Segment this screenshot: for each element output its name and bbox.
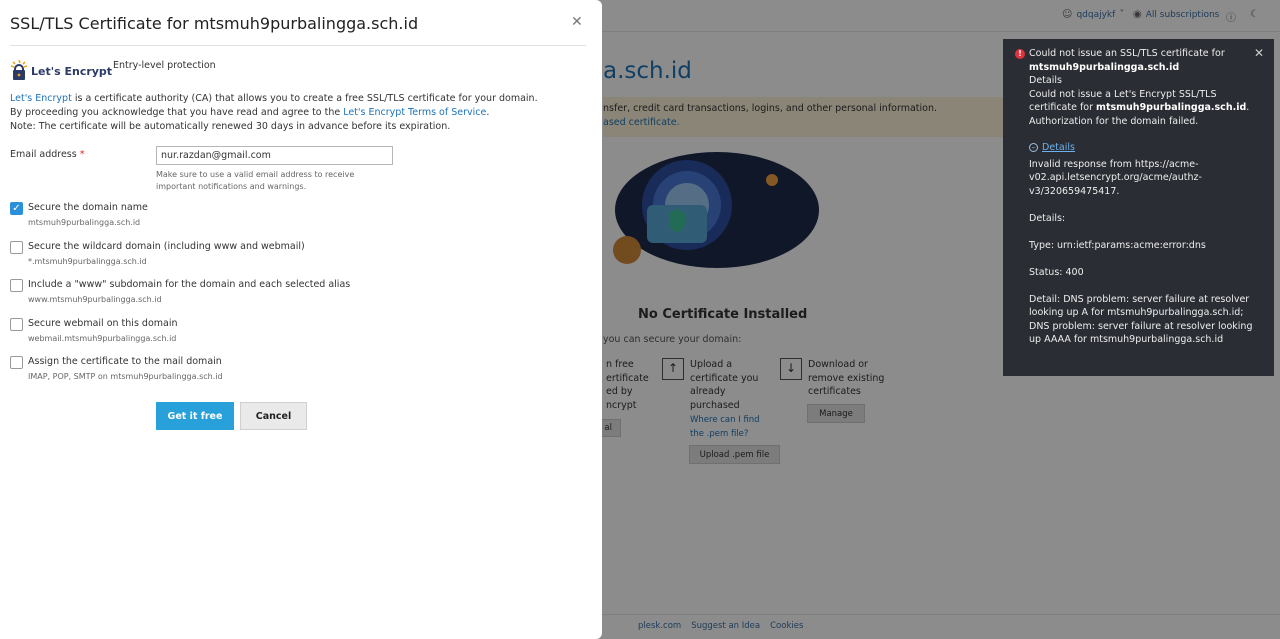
detail-line: Detail: DNS problem: server failure at r… bbox=[1029, 293, 1253, 346]
www-checkbox[interactable] bbox=[10, 279, 23, 292]
wildcard-sub: *.mtsmuh9purbalingga.sch.id bbox=[28, 257, 147, 266]
get-it-free-button[interactable]: Get it free bbox=[156, 402, 234, 430]
email-label: Email address * bbox=[10, 149, 84, 160]
secure-domain-label[interactable]: Secure the domain name bbox=[28, 202, 148, 213]
terms-of-service-link[interactable]: Let's Encrypt Terms of Service bbox=[343, 107, 486, 118]
secure-domain-checkbox[interactable]: ✓ bbox=[10, 202, 23, 215]
status-line: Status: 400 bbox=[1029, 266, 1084, 278]
error-body: Could not issue an SSL/TLS certificate f… bbox=[1029, 47, 1261, 347]
email-label-text: Email address bbox=[10, 149, 77, 160]
secure-domain-sub: mtsmuh9purbalingga.sch.id bbox=[28, 218, 141, 227]
provider-name: Let's Encrypt bbox=[31, 65, 113, 78]
divider bbox=[10, 45, 586, 46]
webmail-label[interactable]: Secure webmail on this domain bbox=[28, 318, 178, 329]
mail-domain-sub: IMAP, POP, SMTP on mtsmuh9purbalingga.sc… bbox=[28, 372, 223, 381]
lets-encrypt-link[interactable]: Let's Encrypt bbox=[10, 93, 72, 104]
collapse-icon: – bbox=[1029, 143, 1038, 153]
webmail-sub: webmail.mtsmuh9purbalingga.sch.id bbox=[28, 334, 177, 343]
dialog-title: SSL/TLS Certificate for mtsmuh9purbaling… bbox=[10, 14, 419, 33]
intro-line3: Note: The certificate will be automatica… bbox=[10, 121, 451, 132]
intro-line2: By proceeding you acknowledge that you h… bbox=[10, 107, 344, 118]
www-label[interactable]: Include a "www" subdomain for the domain… bbox=[28, 279, 350, 290]
type-line: Type: urn:ietf:params:acme:error:dns bbox=[1029, 239, 1206, 251]
intro-text: Let's Encrypt is a certificate authority… bbox=[10, 92, 538, 134]
close-icon[interactable]: ✕ bbox=[571, 14, 583, 30]
details-label: Details: bbox=[1029, 212, 1066, 224]
error-icon: ! bbox=[1015, 49, 1025, 59]
intro-line1: is a certificate authority (CA) that all… bbox=[71, 93, 538, 104]
error-message: Could not issue a Let's Encrypt SSL/TLS … bbox=[1029, 88, 1261, 129]
intro-line2-end: . bbox=[486, 107, 490, 118]
wildcard-label[interactable]: Secure the wildcard domain (including ww… bbox=[28, 241, 305, 252]
error-notification: ! ✕ Could not issue an SSL/TLS certifica… bbox=[1003, 39, 1274, 376]
invalid-response: Invalid response from https://acme-v02.a… bbox=[1029, 158, 1202, 197]
error-details-word: Details bbox=[1029, 75, 1062, 86]
error-message-domain: mtsmuh9purbalingga.sch.id bbox=[1096, 102, 1247, 113]
error-heading: Could not issue an SSL/TLS certificate f… bbox=[1029, 48, 1225, 59]
mail-domain-checkbox[interactable] bbox=[10, 356, 23, 369]
details-link[interactable]: Details bbox=[1042, 141, 1075, 155]
provider-tagline: Entry-level protection bbox=[113, 60, 216, 71]
required-mark: * bbox=[79, 149, 85, 160]
webmail-checkbox[interactable] bbox=[10, 318, 23, 331]
wildcard-checkbox[interactable] bbox=[10, 241, 23, 254]
cancel-button[interactable]: Cancel bbox=[240, 402, 307, 430]
ssl-certificate-dialog: SSL/TLS Certificate for mtsmuh9purbaling… bbox=[0, 0, 602, 639]
mail-domain-label[interactable]: Assign the certificate to the mail domai… bbox=[28, 356, 222, 367]
www-sub: www.mtsmuh9purbalingga.sch.id bbox=[28, 295, 162, 304]
email-field[interactable] bbox=[156, 146, 393, 165]
lets-encrypt-logo: Let's Encrypt bbox=[10, 58, 113, 82]
email-hint: Make sure to use a valid email address t… bbox=[156, 170, 355, 191]
details-toggle[interactable]: – Details bbox=[1029, 141, 1261, 155]
error-heading-domain: mtsmuh9purbalingga.sch.id bbox=[1029, 61, 1180, 73]
padlock-icon bbox=[10, 60, 28, 80]
